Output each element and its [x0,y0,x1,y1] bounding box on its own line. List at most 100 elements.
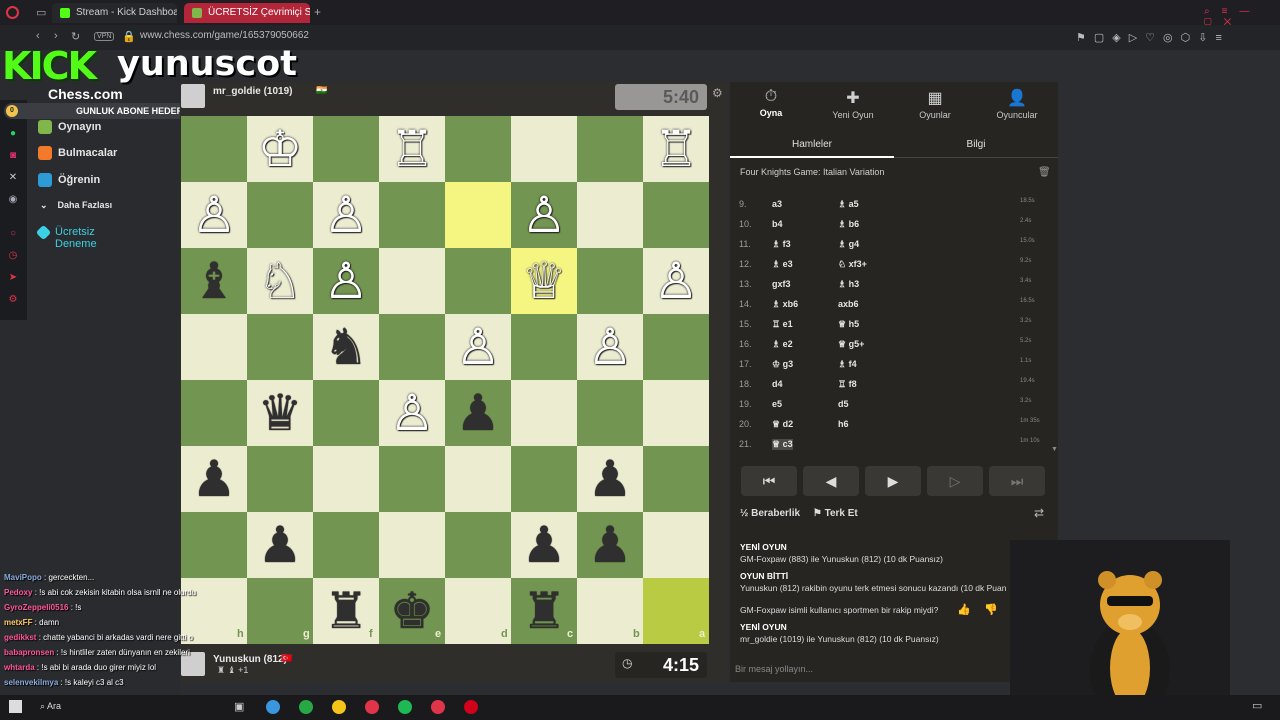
board-square[interactable] [313,116,379,182]
black-move[interactable]: ♗ f4 [838,359,857,370]
taskbar-app-icon[interactable] [464,700,478,714]
white-move[interactable]: ♖ e1 [772,319,793,330]
board-square[interactable] [577,116,643,182]
board-square[interactable] [379,314,445,380]
avatar[interactable] [181,84,205,108]
trash-icon[interactable]: 🗑 [1038,167,1051,178]
white-move[interactable]: d4 [772,379,783,389]
flip-board-icon[interactable]: ⇄ [1034,506,1044,520]
board-square[interactable] [643,380,709,446]
vpn-badge[interactable]: VPN [94,32,115,41]
board-square[interactable] [313,380,379,446]
board-square[interactable] [445,446,511,512]
gear-icon[interactable]: ⚙ [6,294,20,305]
white-piece[interactable]: ♙ [313,182,379,248]
new-tab-button[interactable]: + [314,5,321,19]
opera-logo-icon[interactable] [6,6,19,19]
sidebar-item-puzzles[interactable]: Bulmacalar [38,146,117,160]
move-row[interactable]: 21. ♕ c3 1m 10s [730,438,1052,459]
move-row[interactable]: 10. b4 ♗ b6 2.4s [730,218,1052,239]
board-square[interactable] [445,248,511,314]
tab-kick-dashboard[interactable]: Stream - Kick Dashboard [52,3,177,23]
board-square[interactable] [379,248,445,314]
taskbar-app-icon[interactable] [266,700,280,714]
black-move[interactable]: axb6 [838,299,859,309]
move-row[interactable]: 18. d4 ♖ f8 19.4s [730,378,1052,399]
white-move[interactable]: ♗ xb6 [772,299,798,310]
board-square[interactable] [445,116,511,182]
white-move[interactable]: b4 [772,219,783,229]
history-icon[interactable]: ◷ [6,250,20,261]
board-square[interactable] [643,446,709,512]
white-move[interactable]: e5 [772,399,782,409]
tab-games[interactable]: ▦ Oyunlar [894,88,976,120]
board-square[interactable] [577,380,643,446]
thumbs-up-icon[interactable]: 👍 [957,603,971,616]
url-field[interactable]: www.chess.com/game/165379050662 [140,30,309,41]
scroll-down-icon[interactable]: ▼ [1051,446,1058,453]
black-piece[interactable]: ♟ [511,512,577,578]
board-square[interactable] [247,182,313,248]
resign-button[interactable]: ⚑ Terk Et [813,508,858,519]
move-row[interactable]: 11. ♗ f3 ♗ g4 15.0s [730,238,1052,259]
white-move[interactable]: ♗ e3 [772,259,793,270]
move-row[interactable]: 14. ♗ xb6 axb6 16.5s [730,298,1052,319]
board-square[interactable] [379,512,445,578]
board-square[interactable] [379,446,445,512]
tab-play[interactable]: ⏱ Oyna [730,88,812,118]
sidebar-item-play[interactable]: Oynayın [38,120,101,134]
white-piece[interactable]: ♙ [511,182,577,248]
white-move[interactable]: ♕ d2 [772,419,793,430]
taskbar-app-icon[interactable] [332,700,346,714]
board-square[interactable] [643,512,709,578]
first-move-button[interactable]: ⏮ [741,466,797,496]
previous-move-button[interactable]: ◀ [803,466,859,496]
white-piece[interactable]: ♙ [181,182,247,248]
white-piece[interactable]: ♙ [577,314,643,380]
black-move[interactable]: d5 [838,399,849,409]
black-piece[interactable]: ♟ [445,380,511,446]
subtab-info[interactable]: Bilgi [894,132,1058,158]
white-piece[interactable]: ♙ [379,380,445,446]
reload-icon[interactable]: ↻ [71,30,80,43]
white-piece[interactable]: ♙ [313,248,379,314]
circle-icon[interactable]: ○ [6,228,20,239]
black-piece[interactable]: ♞ [313,314,379,380]
black-piece[interactable]: ♟ [577,446,643,512]
sidebar-item-learn[interactable]: Öğrenin [38,173,100,187]
white-move[interactable]: ♗ f3 [772,239,791,250]
move-row[interactable]: 19. e5 d5 3.2s [730,398,1052,419]
board-square[interactable] [511,446,577,512]
board-square[interactable] [577,182,643,248]
move-row[interactable]: 13. gxf3 ♗ h3 3.4s [730,278,1052,299]
white-move[interactable]: ♗ e2 [772,339,793,350]
board-square[interactable] [313,446,379,512]
task-view-icon[interactable]: ▣ [234,700,244,713]
x-icon[interactable]: ✕ [6,172,20,183]
black-move[interactable]: ♗ b6 [838,219,859,230]
tab-chess[interactable]: ÜCRETSİZ Çevrimiçi Satra [184,3,310,23]
move-row[interactable]: 9. a3 ♗ a5 18.5s [730,198,1052,219]
move-row[interactable]: 17. ♔ g3 ♗ f4 1.1s [730,358,1052,379]
black-piece[interactable]: ♜ [511,578,577,644]
white-move[interactable]: gxf3 [772,279,791,289]
play-button[interactable]: ▶ [865,466,921,496]
notifications-icon[interactable]: ▭ [1252,699,1262,712]
board-square[interactable] [577,248,643,314]
black-move[interactable]: ♕ g5+ [838,339,864,350]
move-row[interactable]: 20. ♕ d2 h6 1m 35s [730,418,1052,439]
white-piece[interactable]: ♖ [379,116,445,182]
board-square[interactable] [511,314,577,380]
tab-players[interactable]: 👤 Oyuncular [976,88,1058,120]
white-piece[interactable]: ♖ [643,116,709,182]
subtab-moves[interactable]: Hamleler [730,132,894,158]
taskbar-app-icon[interactable] [398,700,412,714]
black-move[interactable]: ♗ a5 [838,199,859,210]
black-move[interactable]: ♕ h5 [838,319,859,330]
white-move[interactable]: a3 [772,199,782,209]
top-player-name[interactable]: mr_goldie (1019) [213,86,292,97]
discord-icon[interactable]: ◉ [6,194,20,205]
board-square[interactable] [445,512,511,578]
settings-gear-icon[interactable]: ⚙ [712,86,723,100]
send-icon[interactable]: ➤ [6,272,20,283]
